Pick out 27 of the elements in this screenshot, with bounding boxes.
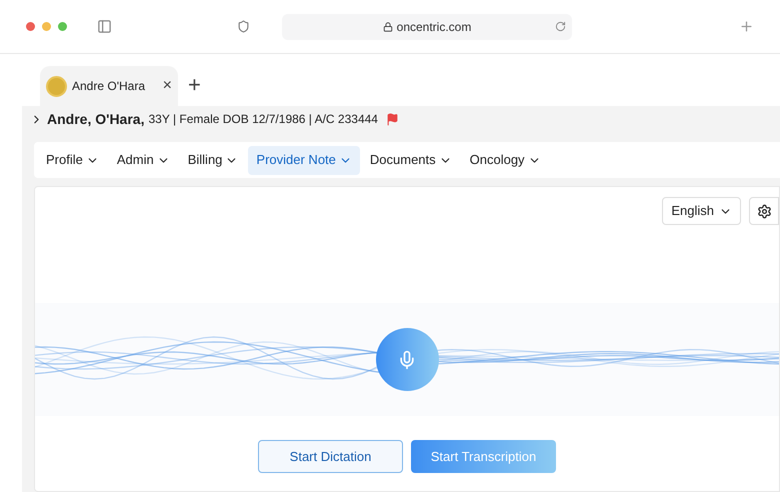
nav-tab[interactable]: Provider Note <box>248 146 360 174</box>
patient-details: 33Y | Female DOB 12/7/1986 | A/C 233444 <box>148 111 378 128</box>
lock-icon <box>382 22 393 32</box>
sidebar-icon[interactable] <box>97 19 112 34</box>
nav-tab[interactable]: Profile <box>38 146 107 174</box>
settings-icon <box>756 204 772 218</box>
patient-name: Andre, O'Hara, <box>47 110 144 128</box>
start-dictation-button[interactable]: Start Dictation <box>258 440 403 473</box>
avatar <box>46 76 67 96</box>
shield-icon[interactable] <box>237 20 250 33</box>
maximize-window-icon[interactable] <box>58 22 67 31</box>
close-tab-button[interactable]: × <box>162 78 172 94</box>
minimize-window-icon[interactable] <box>42 22 51 31</box>
url-text: oncentric.com <box>396 18 472 36</box>
language-select[interactable]: English <box>662 197 741 225</box>
close-window-icon[interactable] <box>26 22 35 31</box>
tab-title: Andre O'Hara <box>72 78 145 95</box>
nav-tab[interactable]: Documents <box>362 146 460 174</box>
settings-button[interactable] <box>749 197 779 225</box>
nav-tab[interactable]: Oncology <box>462 146 549 174</box>
add-tab-button[interactable]: + <box>188 74 201 96</box>
new-tab-icon[interactable] <box>739 19 754 34</box>
reload-icon[interactable] <box>555 21 566 32</box>
address-bar[interactable]: oncentric.com <box>282 14 572 40</box>
patient-tab[interactable]: Andre O'Hara × <box>40 66 178 106</box>
nav-tab[interactable]: Admin <box>108 146 178 174</box>
nav-tab[interactable]: Billing <box>180 146 246 174</box>
